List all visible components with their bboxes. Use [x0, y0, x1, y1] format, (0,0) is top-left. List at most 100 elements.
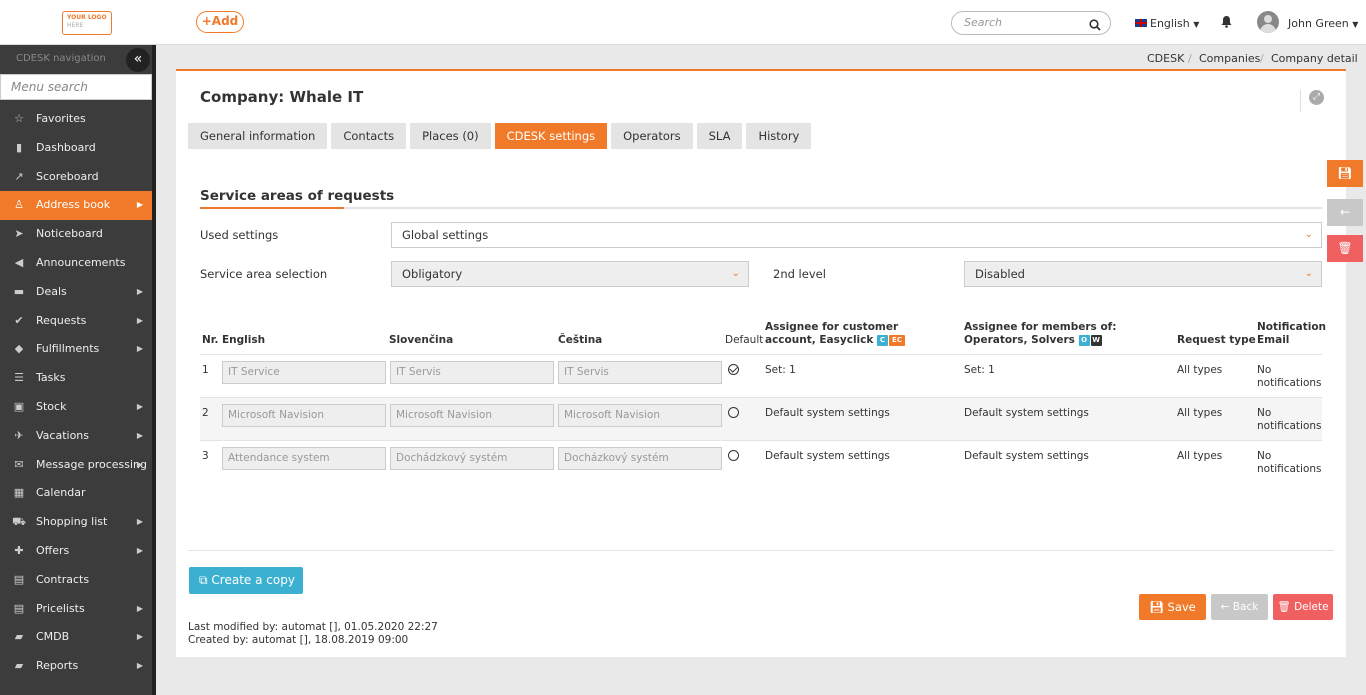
col-slovencina: Slovenčina — [389, 334, 454, 346]
sidebar-item-reports[interactable]: ▰ Reports ▶ — [0, 652, 152, 681]
default-radio[interactable] — [728, 364, 739, 375]
table-divider — [200, 354, 1322, 355]
sidebar-item-pricelists[interactable]: ▤ Pricelists ▶ — [0, 595, 152, 624]
back-label: Back — [1232, 601, 1259, 613]
slovak-name-field[interactable]: IT Servis — [390, 361, 554, 384]
table-divider — [200, 397, 1322, 398]
badge-w: W — [1090, 334, 1102, 346]
floating-save-button[interactable]: 💾︎ — [1327, 160, 1363, 187]
sidebar-item-label: Address book — [36, 198, 111, 212]
create-copy-button[interactable]: ⧉ Create a copy — [189, 567, 303, 594]
tab-sla[interactable]: SLA — [696, 123, 743, 149]
caret-right-icon: ▶ — [136, 401, 143, 411]
bar-chart-icon: ▮ — [15, 140, 23, 154]
external-link[interactable]: ⤢ — [1300, 90, 1324, 112]
breadcrumb-separator: / — [1260, 52, 1264, 65]
col-nr: Nr. — [202, 334, 219, 346]
collapse-sidebar-icon[interactable]: « — [126, 48, 150, 72]
sidebar-menu: ☆ Favorites ▮ Dashboard ↗ Scoreboard ♙ Address … — [0, 105, 152, 681]
sidebar-item-fulfillments[interactable]: ◆ Fulfillments ▶ — [0, 335, 152, 364]
sidebar-item-label: Fulfillments — [36, 342, 100, 356]
floating-back-button[interactable]: ← — [1327, 199, 1363, 226]
caret-right-icon: ▶ — [136, 200, 143, 210]
avatar[interactable] — [1257, 11, 1279, 33]
envelope-icon: ✉ — [14, 457, 24, 471]
sidebar-item-message-processing[interactable]: ✉ Message processing ▶ — [0, 451, 152, 480]
footer-divider — [188, 550, 1334, 551]
sidebar-item-requests[interactable]: ✔ Requests ▶ — [0, 307, 152, 336]
breadcrumb-companies[interactable]: Companies — [1199, 52, 1260, 65]
assignee-members: Set: 1 — [964, 364, 995, 376]
sidebar-item-scoreboard[interactable]: ↗ Scoreboard — [0, 163, 152, 192]
caret-right-icon: ▶ — [136, 517, 143, 527]
link-icon[interactable]: ⤢ — [1309, 90, 1324, 105]
english-name-field[interactable]: Attendance system — [222, 447, 386, 470]
default-radio[interactable] — [728, 407, 739, 418]
tab-contacts[interactable]: Contacts — [331, 123, 407, 149]
floating-delete-button[interactable]: 🗑︎ — [1327, 235, 1363, 262]
sidebar-item-stock[interactable]: ▣ Stock ▶ — [0, 393, 152, 422]
save-button[interactable]: 💾︎ Save — [1139, 594, 1206, 620]
badge-o: O — [1078, 334, 1090, 346]
english-name-field[interactable]: IT Service — [222, 361, 386, 384]
language-selector[interactable]: English ▼ — [1135, 17, 1199, 30]
sidebar-item-deals[interactable]: ▬ Deals ▶ — [0, 278, 152, 307]
trash-icon: 🗑︎ — [1337, 241, 1353, 255]
row-number: 1 — [202, 364, 209, 376]
english-name-field[interactable]: Microsoft Navision — [222, 404, 386, 427]
czech-name-field[interactable]: Microsoft Navision — [558, 404, 722, 427]
czech-name-field[interactable]: Docházkový systém — [558, 447, 722, 470]
plane-icon: ✈ — [14, 428, 24, 442]
arrow-left-icon: ← — [1339, 205, 1351, 219]
tab-places-0[interactable]: Places (0) — [410, 123, 491, 149]
sidebar-item-label: Dashboard — [36, 140, 96, 154]
back-button[interactable]: ← Back — [1211, 594, 1268, 620]
assignee-customer: Default system settings — [765, 407, 890, 419]
tab-cdesk-settings[interactable]: CDESK settings — [494, 123, 608, 149]
sidebar-item-noticeboard[interactable]: ➤ Noticeboard — [0, 220, 152, 249]
assignee-customer: Default system settings — [765, 450, 890, 462]
delete-button[interactable]: 🗑︎ Delete — [1273, 594, 1333, 620]
slovak-name-field[interactable]: Dochádzkový systém — [390, 447, 554, 470]
default-radio[interactable] — [728, 450, 739, 461]
tab-general-information[interactable]: General information — [188, 123, 328, 149]
czech-name-field[interactable]: IT Servis — [558, 361, 722, 384]
created-by: Created by: automat [], 18.08.2019 09:00 — [188, 634, 409, 646]
tab-history[interactable]: History — [746, 123, 812, 149]
sidebar-item-label: CMDB — [36, 630, 70, 644]
bell-icon[interactable] — [1221, 15, 1232, 31]
sidebar-item-contracts[interactable]: ▤ Contracts — [0, 566, 152, 595]
used-settings-select[interactable]: Global settings ⌄ — [391, 222, 1322, 248]
add-button[interactable]: +Add — [196, 11, 244, 33]
search-input[interactable]: Search — [951, 11, 1111, 35]
tab-operators[interactable]: Operators — [611, 123, 693, 149]
second-level-select[interactable]: Disabled ⌄ — [964, 261, 1322, 287]
service-area-select[interactable]: Obligatory ⌄ — [391, 261, 749, 287]
tab-bar: General information Contacts Places (0) CDE… — [188, 123, 815, 149]
sidebar-item-cmdb[interactable]: ▰ CMDB ▶ — [0, 623, 152, 652]
sidebar-item-tasks[interactable]: ☰ Tasks — [0, 364, 152, 393]
sidebar-item-vacations[interactable]: ✈ Vacations ▶ — [0, 422, 152, 451]
sidebar-item-address-book[interactable]: ♙ Address book ▶ — [0, 191, 152, 221]
sidebar-item-label: Announcements — [36, 255, 126, 269]
company-card: Company: Whale IT ⤢ General information C… — [176, 69, 1346, 657]
row-number: 3 — [202, 450, 209, 462]
sidebar-item-favorites[interactable]: ☆ Favorites — [0, 105, 152, 134]
page-title: Company: Whale IT — [200, 88, 364, 106]
sidebar-item-announcements[interactable]: ◀ Announcements — [0, 249, 152, 278]
caret-down-icon: ▼ — [1352, 20, 1359, 29]
cube-icon: ◆ — [14, 342, 24, 356]
caret-right-icon: ▶ — [136, 430, 143, 440]
user-menu[interactable]: John Green ▼ — [1288, 17, 1358, 30]
breadcrumb-cdesk[interactable]: CDESK — [1147, 52, 1184, 65]
company-logo[interactable]: YOUR LOGO HERE — [62, 11, 112, 35]
slovak-name-field[interactable]: Microsoft Navision — [390, 404, 554, 427]
sidebar-item-calendar[interactable]: ▦ Calendar — [0, 479, 152, 508]
notification-line2: notifications — [1257, 420, 1322, 432]
sidebar-item-shopping-list[interactable]: ⛟ Shopping list ▶ — [0, 508, 152, 537]
menu-search-input[interactable]: Menu search — [0, 74, 152, 100]
sidebar-item-dashboard[interactable]: ▮ Dashboard — [0, 134, 152, 163]
sidebar-item-offers[interactable]: ✚ Offers ▶ — [0, 537, 152, 566]
notification-line2: notifications — [1257, 377, 1322, 389]
search-icon[interactable] — [1089, 17, 1101, 39]
